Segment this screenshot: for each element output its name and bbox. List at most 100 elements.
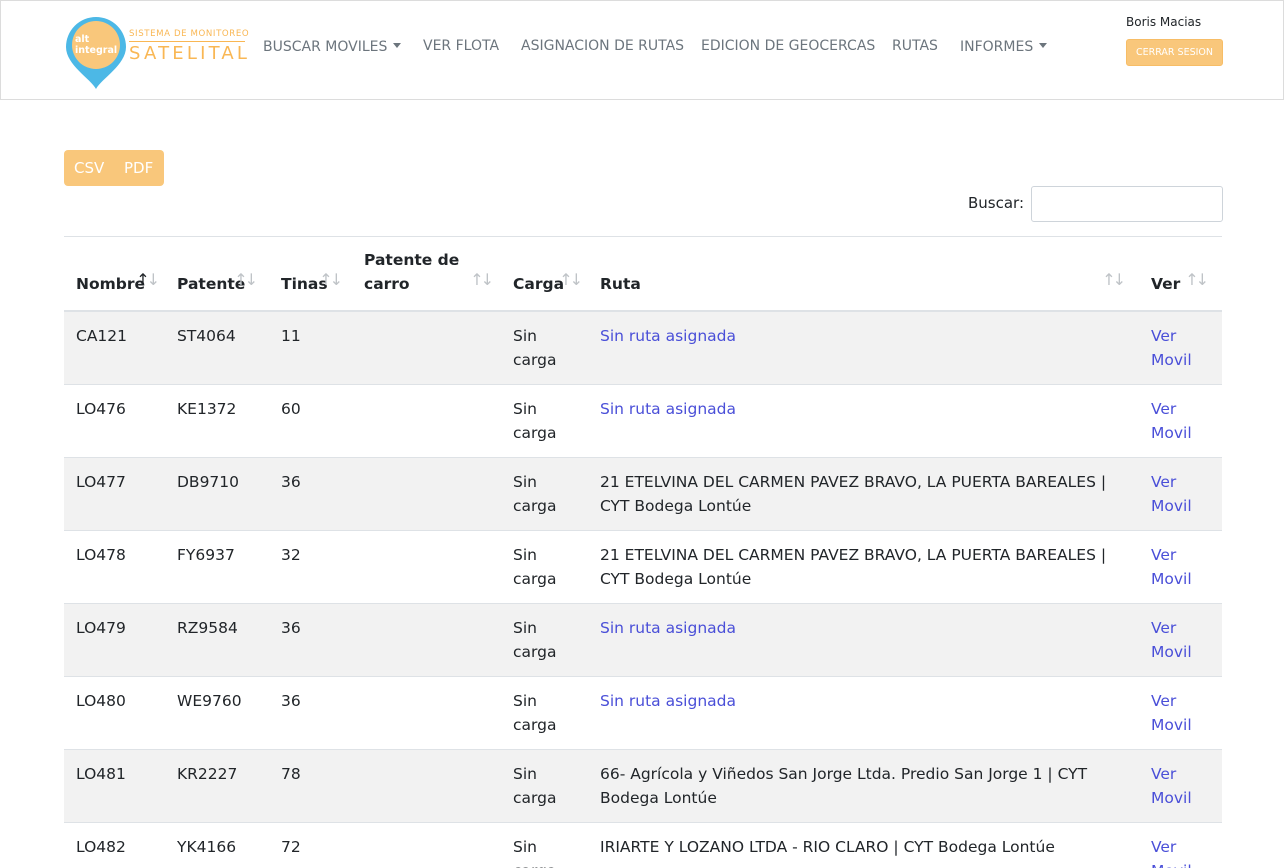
cell-patente-text: ST4064 (177, 326, 236, 345)
cell-patente: ST4064 (165, 310, 269, 384)
cell-nombre-text: LO482 (76, 837, 126, 856)
cell-tinas-text: 32 (281, 545, 301, 564)
column-header-ver-label: Ver (1151, 274, 1181, 293)
column-header-tinas[interactable]: Tinas ↑↓ (269, 236, 352, 312)
fleet-table: Nombre ↑↓ Patente ↑↓ Tinas ↑↓ Patente de… (64, 236, 1222, 868)
sin-ruta-asignada-link[interactable]: Sin ruta asignada (600, 692, 736, 710)
cell-carga-text: Sin carga (513, 472, 557, 515)
search-input[interactable] (1031, 186, 1223, 222)
cell-tinas-text: 78 (281, 764, 301, 783)
cell-ver: Ver Movil (1139, 456, 1222, 530)
cell-ruta: 21 ETELVINA DEL CARMEN PAVEZ BRAVO, LA P… (588, 529, 1139, 603)
cell-tinas: 36 (269, 456, 352, 530)
sort-icon: ↑↓ (1185, 269, 1209, 289)
ver-movil-link[interactable]: Ver Movil (1151, 838, 1192, 868)
column-header-nombre[interactable]: Nombre ↑↓ (64, 236, 165, 312)
ver-movil-link[interactable]: Ver Movil (1151, 400, 1192, 442)
csv-export-button[interactable]: CSV (64, 150, 114, 186)
cell-nombre: LO482 (64, 821, 165, 868)
column-header-patente-carro[interactable]: Patente de carro ↑↓ (352, 236, 501, 312)
column-header-carga[interactable]: Carga ↑↓ (501, 236, 588, 312)
cell-nombre-text: LO477 (76, 472, 126, 491)
cell-patente-carro (352, 383, 501, 457)
export-button-group: CSV PDF (64, 150, 164, 186)
ver-movil-link[interactable]: Ver Movil (1151, 619, 1192, 661)
cell-nombre: LO477 (64, 456, 165, 530)
nav-ver-flota[interactable]: VER FLOTA (423, 38, 499, 54)
cell-carga: Sin carga (501, 675, 588, 749)
cell-patente-carro (352, 602, 501, 676)
cell-ruta: 21 ETELVINA DEL CARMEN PAVEZ BRAVO, LA P… (588, 456, 1139, 530)
table-row: LO478 FY6937 32 Sin carga 21 ETELVINA DEL CA… (64, 529, 1222, 603)
cell-tinas: 60 (269, 383, 352, 457)
cell-nombre: LO480 (64, 675, 165, 749)
cell-ver: Ver Movil (1139, 383, 1222, 457)
logout-button[interactable]: CERRAR SESION (1126, 39, 1223, 66)
cell-ver: Ver Movil (1139, 748, 1222, 822)
cell-carga-text: Sin carga (513, 545, 557, 588)
cell-tinas-text: 72 (281, 837, 301, 856)
ver-movil-link[interactable]: Ver Movil (1151, 765, 1192, 807)
column-header-patente[interactable]: Patente ↑↓ (165, 236, 269, 312)
cell-patente: WE9760 (165, 675, 269, 749)
column-header-ruta-label: Ruta (600, 274, 641, 293)
sin-ruta-asignada-link[interactable]: Sin ruta asignada (600, 619, 736, 637)
column-header-ruta[interactable]: Ruta ↑↓ (588, 236, 1139, 312)
cell-tinas: 36 (269, 675, 352, 749)
nav-buscar-moviles-dropdown[interactable]: BUSCAR MOVILES (263, 39, 402, 55)
cell-patente-carro (352, 821, 501, 868)
cell-ruta-text: 21 ETELVINA DEL CARMEN PAVEZ BRAVO, LA P… (600, 472, 1107, 515)
cell-patente-carro (352, 675, 501, 749)
cell-ver: Ver Movil (1139, 529, 1222, 603)
ver-movil-link[interactable]: Ver Movil (1151, 546, 1192, 588)
cell-carga: Sin carga (501, 748, 588, 822)
column-header-patente-carro-label-line2: carro (364, 274, 410, 293)
cell-nombre: LO479 (64, 602, 165, 676)
cell-patente: KR2227 (165, 748, 269, 822)
cell-nombre-text: CA121 (76, 326, 128, 345)
table-body: CA121 ST4064 11 Sin carga Sin ruta asignada V… (64, 310, 1222, 868)
sin-ruta-asignada-link[interactable]: Sin ruta asignada (600, 400, 736, 418)
table-row: LO481 KR2227 78 Sin carga 66- Agrícola y Viñ… (64, 748, 1222, 822)
cell-ruta: IRIARTE Y LOZANO LTDA - RIO CLARO | CYT … (588, 821, 1139, 868)
column-header-nombre-label: Nombre (76, 274, 146, 293)
cell-tinas: 72 (269, 821, 352, 868)
cell-carga: Sin carga (501, 821, 588, 868)
pdf-export-button[interactable]: PDF (114, 150, 164, 186)
cell-nombre-text: LO479 (76, 618, 126, 637)
nav-rutas[interactable]: RUTAS (892, 38, 938, 54)
column-header-ver[interactable]: Ver ↑↓ (1139, 236, 1222, 312)
nav-edicion-geocercas[interactable]: EDICION DE GEOCERCAS (701, 38, 875, 54)
cell-patente: DB9710 (165, 456, 269, 530)
cell-tinas: 11 (269, 310, 352, 384)
cell-tinas-text: 36 (281, 472, 301, 491)
nav-informes-dropdown[interactable]: INFORMES (960, 39, 1048, 55)
cell-ruta: Sin ruta asignada (588, 310, 1139, 384)
top-navbar: alt integral SISTEMA DE MONITOREO SATELI… (0, 0, 1284, 100)
cell-nombre-text: LO478 (76, 545, 126, 564)
cell-ruta-text: 66- Agrícola y Viñedos San Jorge Ltda. P… (600, 764, 1088, 807)
column-header-patente-carro-label-line1: Patente de (364, 250, 460, 269)
sort-icon: ↑↓ (470, 269, 494, 289)
nav-asignacion-rutas[interactable]: ASIGNACION DE RUTAS (521, 38, 684, 54)
table-row: LO477 DB9710 36 Sin carga 21 ETELVINA DEL CA… (64, 456, 1222, 530)
nav-informes-label: INFORMES (960, 39, 1034, 55)
cell-patente-text: FY6937 (177, 545, 235, 564)
column-header-carga-label: Carga (513, 274, 565, 293)
cell-nombre: LO478 (64, 529, 165, 603)
cell-carga-text: Sin carga (513, 691, 557, 734)
cell-carga: Sin carga (501, 456, 588, 530)
cell-carga-text: Sin carga (513, 618, 557, 661)
sin-ruta-asignada-link[interactable]: Sin ruta asignada (600, 327, 736, 345)
cell-tinas: 32 (269, 529, 352, 603)
cell-patente: YK4166 (165, 821, 269, 868)
cell-patente: RZ9584 (165, 602, 269, 676)
sort-icon: ↑↓ (234, 269, 258, 289)
brand-logo[interactable]: alt integral SISTEMA DE MONITOREO SATELI… (65, 13, 249, 91)
ver-movil-link[interactable]: Ver Movil (1151, 692, 1192, 734)
search-label: Buscar: (968, 194, 1025, 212)
cell-patente-text: KR2227 (177, 764, 238, 783)
ver-movil-link[interactable]: Ver Movil (1151, 473, 1192, 515)
cell-nombre-text: LO480 (76, 691, 126, 710)
ver-movil-link[interactable]: Ver Movil (1151, 327, 1192, 369)
